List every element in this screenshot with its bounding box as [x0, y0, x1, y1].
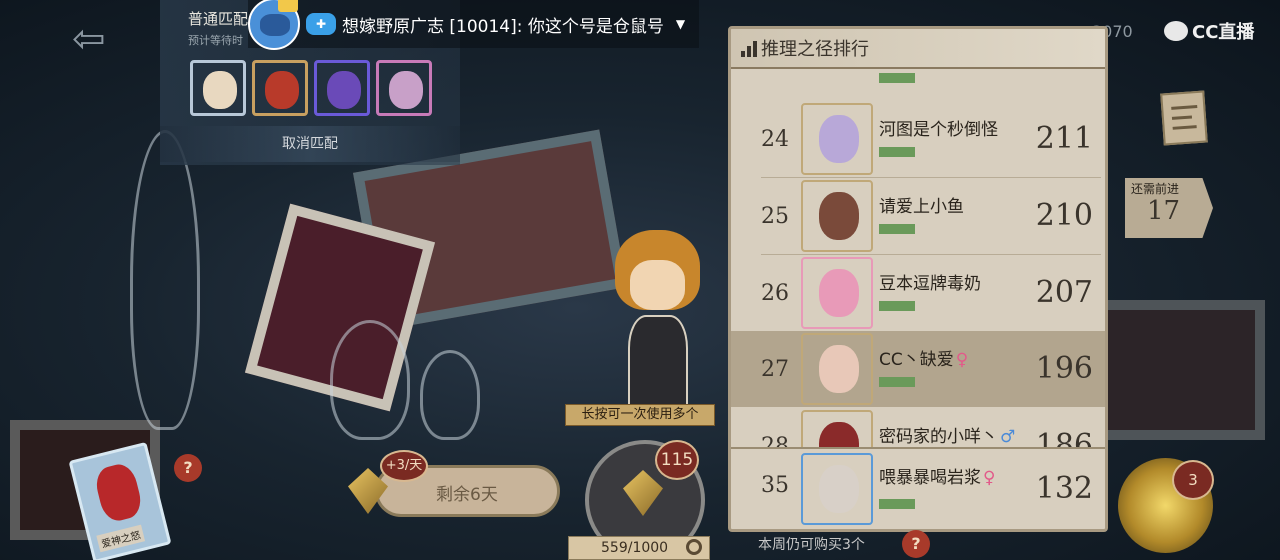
help-icon[interactable]: ?: [902, 530, 930, 558]
player-avatar[interactable]: [801, 333, 873, 405]
plant-decoration: [420, 350, 480, 440]
progress-bar: [879, 147, 915, 157]
player-score: 210: [1035, 198, 1093, 233]
player-score: 211: [1035, 121, 1093, 156]
rank-number: 24: [761, 127, 789, 152]
player-name: 河图是个秒倒怪: [879, 120, 998, 140]
rank-number: 26: [761, 281, 789, 306]
leaderboard-row[interactable]: 25 请爱上小鱼 210: [731, 178, 1105, 254]
teammate-portrait[interactable]: [314, 60, 370, 116]
leaderboard-header: 推理之径排行: [731, 29, 1105, 69]
teammate-portrait[interactable]: [252, 60, 308, 116]
player-score: 207: [1035, 275, 1093, 310]
gem-count-badge: 115: [655, 440, 699, 480]
exit-icon[interactable]: ⇦: [72, 14, 122, 64]
plant-decoration: [330, 320, 410, 440]
ranking-bars-icon: [741, 41, 757, 57]
match-wait-estimate: 预计等待时: [188, 34, 243, 47]
crown-icon: [278, 0, 298, 12]
teammate-portrait[interactable]: [376, 60, 432, 116]
player-score: 132: [1035, 471, 1093, 506]
player-name: 请爱上小鱼: [879, 197, 964, 217]
cancel-match-button[interactable]: 取消匹配: [160, 126, 460, 162]
gamepad-icon: ✚: [306, 13, 336, 35]
female-icon: ♀: [955, 350, 969, 370]
leaderboard-title: 推理之径排行: [761, 39, 869, 60]
player-name: 喂暴暴喝岩浆 ♀: [879, 468, 996, 488]
streamer-avatar[interactable]: [248, 0, 300, 50]
player-avatar[interactable]: [801, 453, 873, 525]
player-avatar[interactable]: [801, 257, 873, 329]
leaderboard-row[interactable]: 24 河图是个秒倒怪 211: [731, 101, 1105, 177]
leaderboard-row-self[interactable]: 27 CC丶缺爱 ♀ 196: [731, 331, 1105, 407]
notes-icon[interactable]: [1160, 90, 1208, 146]
progress-bar: [879, 224, 915, 234]
chevron-down-icon[interactable]: ▼: [676, 17, 685, 31]
character-portrait: [92, 461, 145, 525]
leaderboard-row-partial: [731, 69, 1105, 99]
leaderboard-row[interactable]: 26 豆本逗牌毒奶 207: [731, 255, 1105, 331]
still-needed-value: 17: [1147, 196, 1181, 226]
leaderboard-panel: 推理之径排行 24 河图是个秒倒怪 211 25 请爱上小鱼 210 26 豆本…: [728, 26, 1108, 532]
progress-bar: [879, 73, 915, 83]
still-needed-label: 还需前进: [1131, 182, 1180, 196]
still-needed-sign: 还需前进 17: [1125, 178, 1213, 238]
stream-title-bar[interactable]: ✚ 想嫁野原广志 [10014]: 你这个号是仓鼠号 ▼: [248, 0, 700, 50]
rank-number: 25: [761, 204, 789, 229]
stream-title: 想嫁野原广志 [10014]: 你这个号是仓鼠号: [342, 16, 664, 37]
rank-number: 27: [761, 357, 789, 382]
teammate-portrait[interactable]: [190, 60, 246, 116]
magnifier-icon[interactable]: [686, 539, 702, 555]
progress-bar: [879, 499, 915, 509]
progress-bar: [879, 377, 915, 387]
remaining-days-label: 剩余6天: [436, 485, 498, 505]
player-character[interactable]: [610, 230, 705, 430]
progress-bar: [879, 301, 915, 311]
long-press-hint: 长按可一次使用多个: [565, 404, 715, 426]
my-rank-row[interactable]: 35 喂暴暴喝岩浆 ♀ 132: [731, 447, 1105, 527]
cc-live-logo: CC直播: [1164, 18, 1254, 44]
female-icon: ♀: [983, 468, 996, 488]
player-name: 豆本逗牌毒奶: [879, 274, 981, 294]
daily-gain-badge: +3/天: [380, 450, 428, 482]
help-icon[interactable]: ?: [174, 454, 202, 482]
notification-count-badge: 3: [1172, 460, 1214, 500]
player-name: CC丶缺爱 ♀: [879, 350, 969, 370]
player-name: 密码家的小咩丶 ♂: [879, 427, 1016, 447]
plant-decoration: [130, 130, 200, 430]
player-avatar[interactable]: [801, 180, 873, 252]
rank-number: 35: [761, 473, 789, 498]
cc-logo-text: CC直播: [1192, 22, 1255, 43]
gem-icon: [623, 470, 663, 516]
player-score: 196: [1035, 351, 1093, 386]
match-mode-title: 普通匹配: [188, 10, 249, 28]
castle-painting-right: [1095, 300, 1265, 440]
weekly-purchase-note: 本周仍可购买3个: [758, 537, 865, 553]
player-avatar[interactable]: [801, 103, 873, 175]
character-card-label: 爱神之怒: [96, 524, 146, 553]
cc-logo-icon: [1164, 21, 1188, 41]
